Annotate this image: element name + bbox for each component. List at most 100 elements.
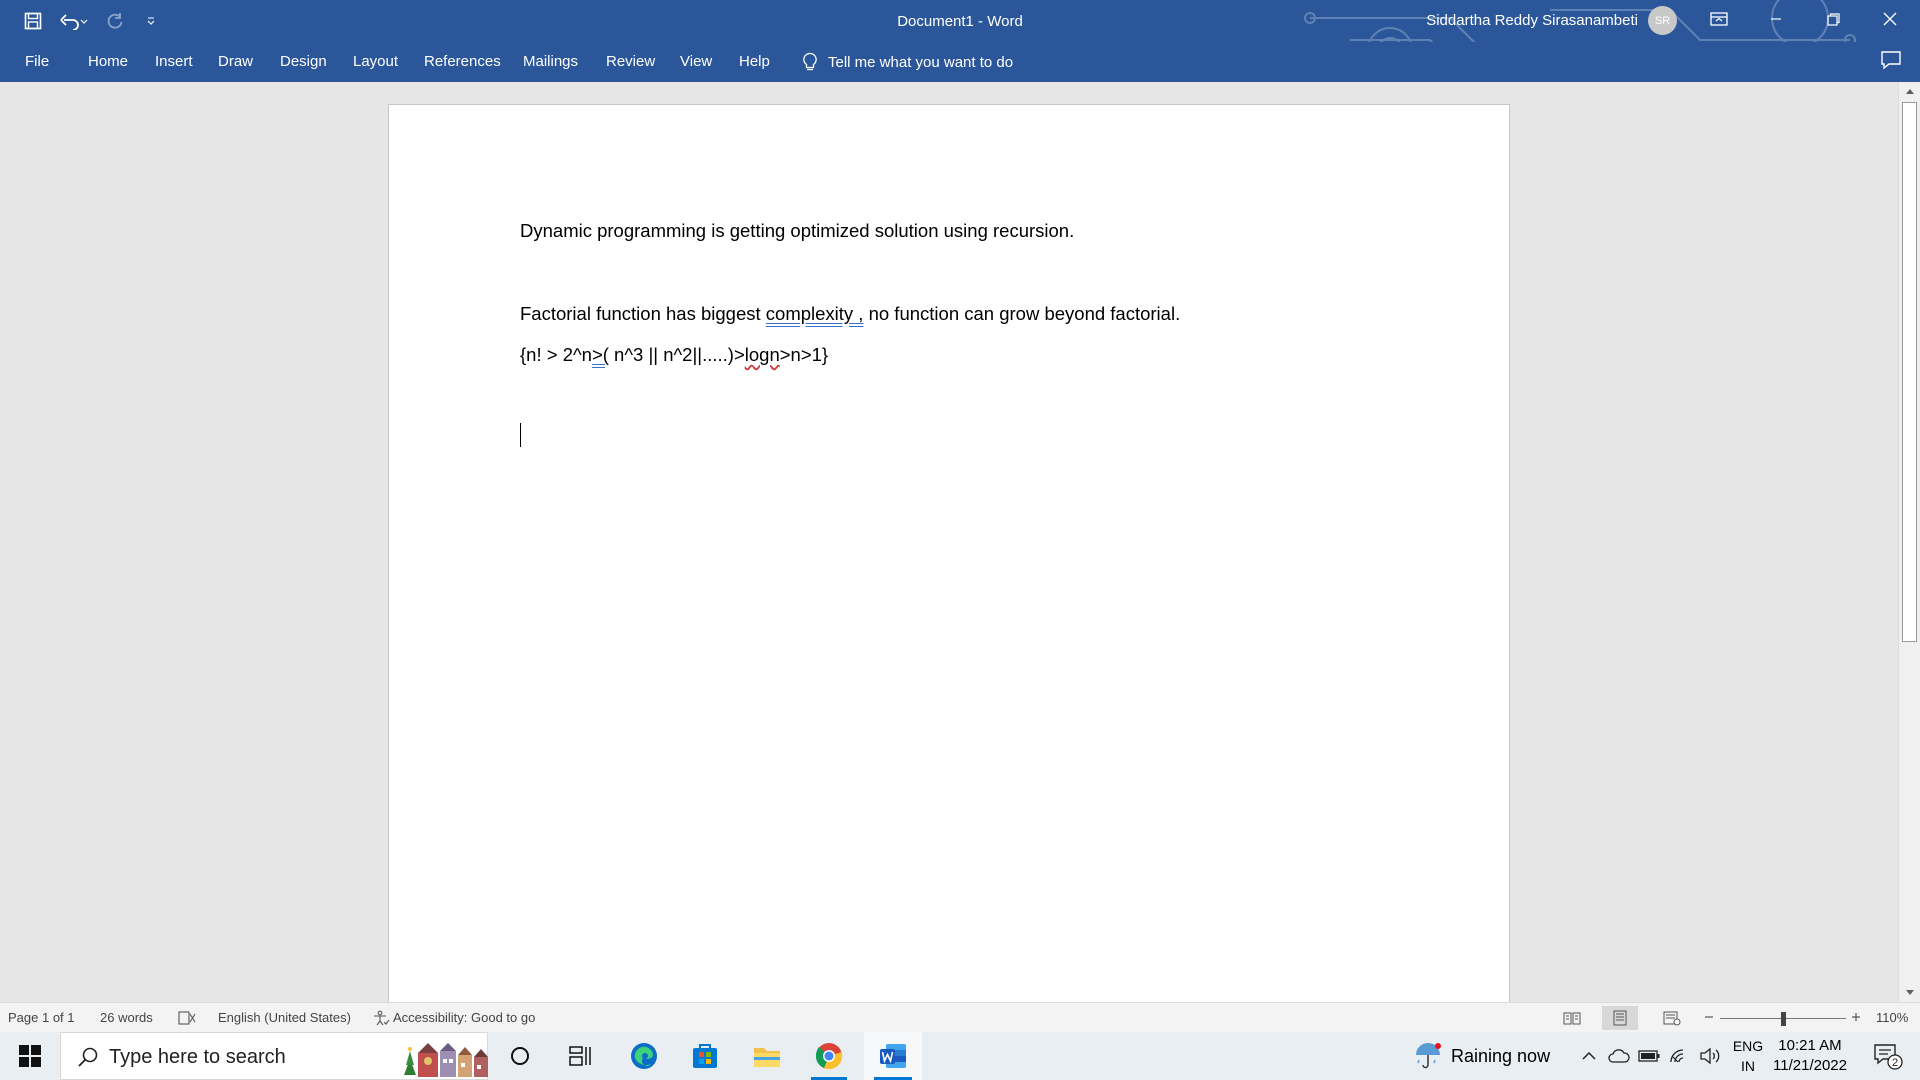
zoom-out-button[interactable] bbox=[1704, 1003, 1714, 1033]
page-count[interactable]: Page 1 of 1 bbox=[8, 1003, 75, 1033]
search-highlight-art bbox=[404, 1043, 488, 1077]
search-placeholder: Type here to search bbox=[109, 1046, 286, 1068]
tab-home[interactable]: Home bbox=[88, 42, 128, 82]
taskbar-word[interactable] bbox=[864, 1032, 922, 1080]
read-mode-button[interactable] bbox=[1554, 1006, 1590, 1030]
taskbar-chrome[interactable] bbox=[801, 1032, 857, 1080]
network-button[interactable] bbox=[1666, 1032, 1692, 1080]
document-page[interactable]: Dynamic programming is getting optimized… bbox=[388, 104, 1510, 1002]
weather-button[interactable] bbox=[1410, 1032, 1446, 1080]
avatar[interactable]: SR bbox=[1648, 6, 1677, 35]
tab-references[interactable]: References bbox=[424, 42, 501, 82]
close-icon bbox=[1883, 12, 1897, 26]
notification-icon: 2 bbox=[1874, 1044, 1903, 1070]
web-layout-button[interactable] bbox=[1654, 1006, 1690, 1030]
tab-layout[interactable]: Layout bbox=[353, 42, 398, 82]
battery-icon bbox=[1638, 1050, 1660, 1062]
minus-icon bbox=[1705, 1016, 1713, 1018]
task-view-icon bbox=[569, 1046, 591, 1066]
paragraph-3-text-b: n^3 || n^2||.....)> bbox=[608, 344, 745, 365]
save-button[interactable] bbox=[18, 6, 48, 36]
tab-design[interactable]: Design bbox=[280, 42, 327, 82]
scroll-up-button[interactable] bbox=[1899, 82, 1920, 100]
tell-me-text: Tell me what you want to do bbox=[828, 53, 1014, 71]
paragraph-1[interactable]: Dynamic programming is getting optimized… bbox=[520, 220, 1074, 242]
word-count[interactable]: 26 words bbox=[100, 1003, 153, 1033]
tab-mailings[interactable]: Mailings bbox=[523, 42, 578, 82]
customize-qat-button[interactable] bbox=[136, 6, 166, 36]
chrome-icon bbox=[815, 1043, 843, 1070]
accessibility-icon bbox=[374, 1010, 390, 1026]
start-button[interactable] bbox=[0, 1032, 60, 1080]
document-area: Dynamic programming is getting optimized… bbox=[0, 82, 1898, 1002]
volume-button[interactable] bbox=[1696, 1032, 1724, 1080]
paragraph-2[interactable]: Factorial function has biggest complexit… bbox=[520, 303, 1180, 325]
minimize-icon bbox=[1771, 18, 1781, 20]
taskbar-edge[interactable] bbox=[616, 1032, 672, 1080]
scrollbar-thumb[interactable] bbox=[1902, 102, 1917, 642]
language-status[interactable]: English (United States) bbox=[218, 1003, 351, 1033]
zoom-slider-thumb[interactable] bbox=[1781, 1012, 1786, 1026]
clock-time: 10:21 AM bbox=[1778, 1037, 1842, 1054]
text-cursor bbox=[520, 423, 521, 447]
title-bar: Document1 - Word Siddartha Reddy Sirasan… bbox=[0, 0, 1920, 42]
minimize-button[interactable] bbox=[1753, 0, 1799, 38]
zoom-level[interactable]: 110% bbox=[1876, 1003, 1908, 1033]
grammar-flagged-text[interactable]: complexity , bbox=[766, 303, 864, 324]
ribbon-tabs: File Home Insert Draw Design Layout Refe… bbox=[0, 42, 1920, 82]
accessibility-status[interactable]: Accessibility: Good to go bbox=[372, 1003, 535, 1033]
chevron-down-icon bbox=[147, 17, 155, 25]
zoom-in-button[interactable] bbox=[1851, 1003, 1861, 1033]
ribbon-display-options-button[interactable] bbox=[1696, 0, 1742, 38]
close-button[interactable] bbox=[1867, 0, 1913, 38]
tab-file[interactable]: File bbox=[25, 42, 49, 82]
redo-button[interactable] bbox=[100, 6, 130, 36]
grammar-flagged-symbol[interactable]: >( bbox=[592, 344, 609, 365]
task-view-button[interactable] bbox=[552, 1032, 608, 1080]
redo-icon bbox=[107, 13, 123, 29]
quick-access-toolbar bbox=[18, 0, 166, 42]
ribbon-display-icon bbox=[1710, 12, 1728, 26]
paragraph-2-text-a: Factorial function has biggest bbox=[520, 303, 766, 324]
cortana-icon bbox=[511, 1047, 529, 1065]
clock-date: 11/21/2022 bbox=[1773, 1057, 1847, 1074]
battery-button[interactable] bbox=[1636, 1032, 1662, 1080]
tab-draw[interactable]: Draw bbox=[218, 42, 253, 82]
weather-text[interactable]: Raining now bbox=[1451, 1032, 1550, 1080]
vertical-scrollbar[interactable] bbox=[1898, 82, 1920, 1002]
print-layout-button[interactable] bbox=[1602, 1006, 1638, 1030]
show-hidden-icons-button[interactable] bbox=[1578, 1032, 1600, 1080]
proofing-icon bbox=[178, 1011, 196, 1025]
tab-insert[interactable]: Insert bbox=[155, 42, 193, 82]
clock-button[interactable]: 10:21 AM 11/21/2022 bbox=[1760, 1036, 1860, 1076]
lightbulb-icon bbox=[803, 52, 817, 71]
tab-help[interactable]: Help bbox=[739, 42, 770, 82]
spelling-flagged-word[interactable]: logn bbox=[745, 344, 780, 365]
paragraph-3[interactable]: {n! > 2^n>( n^3 || n^2||.....)>logn>n>1} bbox=[520, 344, 828, 366]
word-icon bbox=[880, 1044, 906, 1068]
chevron-up-icon bbox=[1582, 1051, 1596, 1060]
taskbar-file-explorer[interactable] bbox=[739, 1032, 795, 1080]
user-name[interactable]: Siddartha Reddy Sirasanambeti bbox=[1426, 10, 1638, 32]
taskbar-search-box[interactable]: Type here to search bbox=[60, 1032, 488, 1080]
notifications-button[interactable]: 2 bbox=[1868, 1032, 1908, 1080]
proofing-status-button[interactable] bbox=[178, 1003, 196, 1033]
store-icon bbox=[693, 1044, 717, 1068]
tab-view[interactable]: View bbox=[680, 42, 712, 82]
comment-icon bbox=[1881, 51, 1901, 70]
paragraph-3-text-a: {n! > 2^n bbox=[520, 344, 592, 365]
tab-review[interactable]: Review bbox=[606, 42, 655, 82]
tell-me-search[interactable]: Tell me what you want to do bbox=[802, 42, 1013, 82]
restore-button[interactable] bbox=[1810, 0, 1856, 38]
undo-button[interactable] bbox=[54, 6, 94, 36]
comments-button[interactable] bbox=[1880, 50, 1904, 74]
cortana-button[interactable] bbox=[492, 1032, 548, 1080]
accessibility-text: Accessibility: Good to go bbox=[393, 1010, 536, 1025]
scroll-down-button[interactable] bbox=[1899, 984, 1920, 1002]
undo-icon bbox=[60, 14, 88, 30]
paragraph-1-text: Dynamic programming is getting optimized… bbox=[520, 220, 1075, 241]
onedrive-button[interactable] bbox=[1606, 1032, 1632, 1080]
page-icon bbox=[1613, 1010, 1627, 1026]
taskbar-store[interactable] bbox=[677, 1032, 733, 1080]
edge-icon bbox=[631, 1043, 657, 1069]
